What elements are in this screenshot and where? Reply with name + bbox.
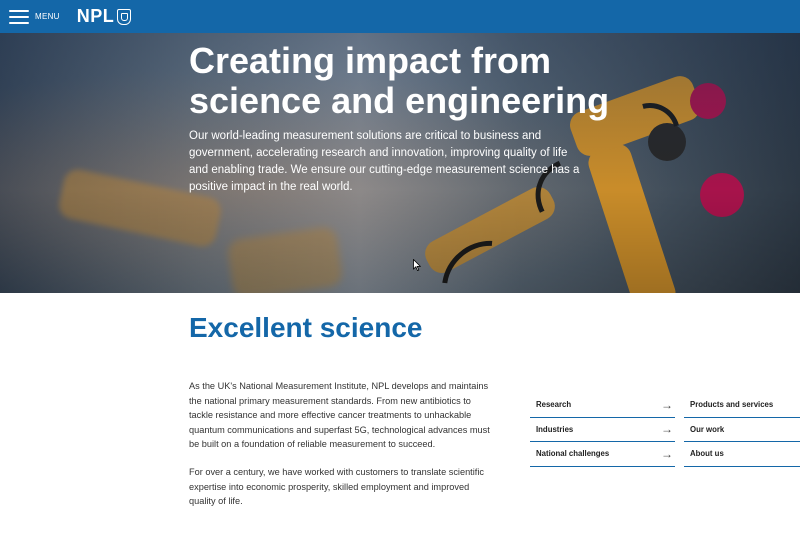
top-navigation-bar: MENU NPL [0, 0, 800, 33]
link-label[interactable]: Research [536, 400, 571, 409]
link-research[interactable]: Research → [530, 393, 675, 418]
hero-title: Creating impact from science and enginee… [189, 40, 610, 121]
link-national-challenges[interactable]: National challenges → [530, 442, 675, 467]
link-label[interactable]: Industries [536, 425, 573, 434]
link-label[interactable]: About us [690, 449, 724, 458]
hamburger-icon[interactable] [9, 9, 29, 24]
npl-logo[interactable]: NPL [77, 6, 132, 27]
logo-text[interactable]: NPL [77, 6, 115, 27]
link-label[interactable]: National challenges [536, 449, 609, 458]
link-products-and-services[interactable]: Products and services [684, 393, 800, 418]
crest-icon [117, 8, 132, 25]
link-label[interactable]: Products and services [690, 400, 773, 409]
mouse-cursor-icon [413, 259, 421, 271]
link-our-work[interactable]: Our work [684, 418, 800, 442]
link-label[interactable]: Our work [690, 425, 724, 434]
quick-links-left: Research → Industries → National challen… [530, 393, 675, 467]
section-title: Excellent science [189, 312, 423, 343]
menu-button[interactable]: MENU [9, 9, 60, 24]
menu-label[interactable]: MENU [35, 12, 60, 21]
link-industries[interactable]: Industries → [530, 418, 675, 442]
intro-paragraph: As the UK's National Measurement Institu… [189, 381, 490, 449]
hero-banner: Creating impact from science and enginee… [0, 33, 800, 293]
history-paragraph: For over a century, we have worked with … [189, 467, 484, 506]
quick-links-right: Products and services Our work About us [684, 393, 800, 467]
arrow-right-icon[interactable]: → [661, 447, 673, 461]
link-about-us[interactable]: About us [684, 442, 800, 467]
arrow-right-icon[interactable]: → [661, 422, 673, 436]
arrow-right-icon[interactable]: → [661, 398, 673, 412]
hero-subtitle: Our world-leading measurement solutions … [189, 130, 580, 193]
